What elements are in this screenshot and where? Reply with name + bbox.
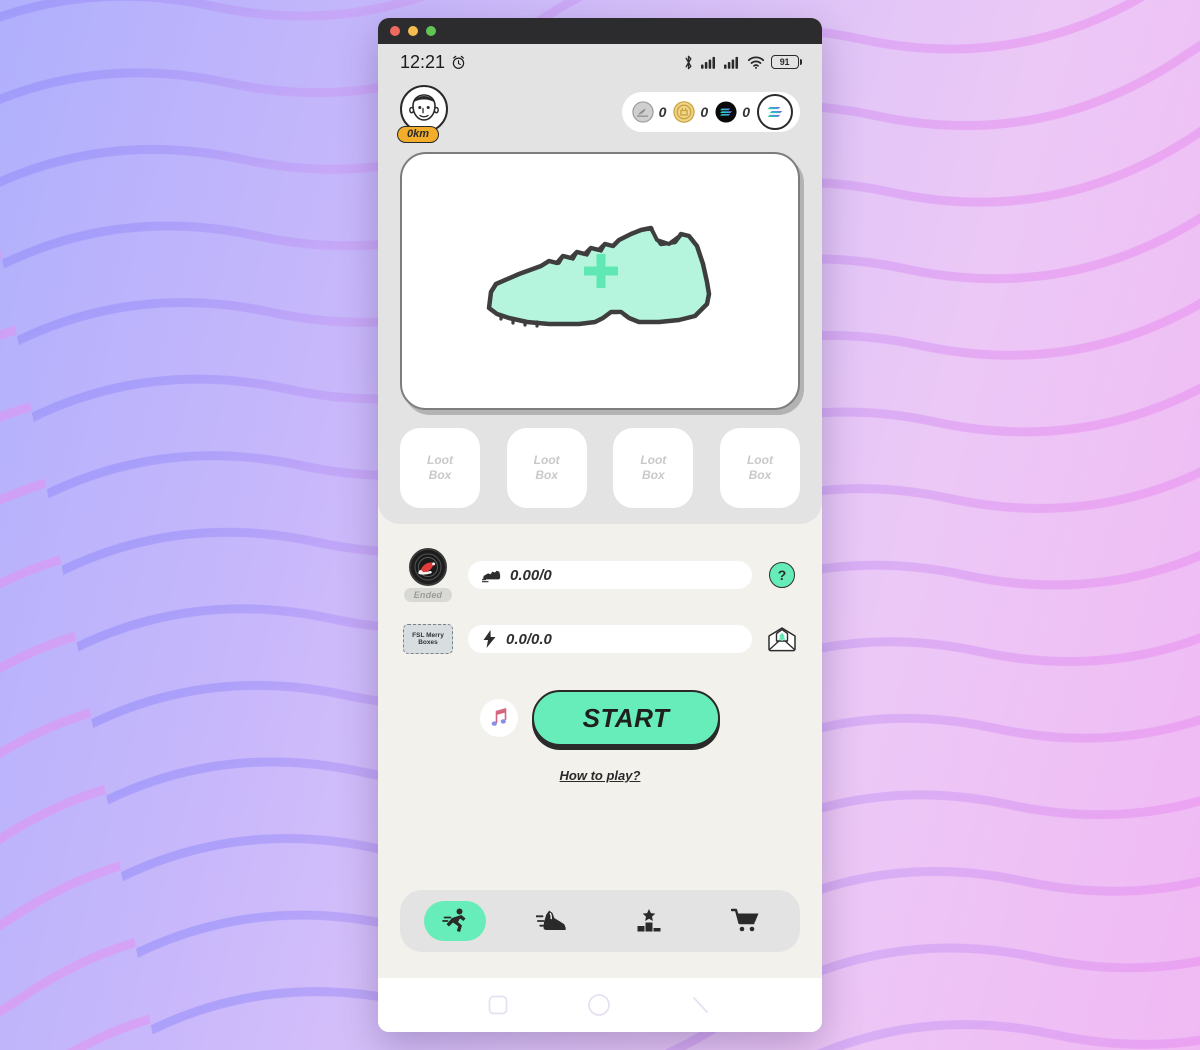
distance-progress-bar[interactable]: 0.00/0 [468, 561, 752, 589]
lootbox-label-line1: Loot [427, 453, 453, 467]
close-button[interactable] [390, 26, 400, 36]
start-section: START How to play? [378, 654, 822, 783]
signal-bars-icon [723, 56, 738, 69]
battery-level: 91 [770, 55, 799, 69]
app-top-bar: 0km 0 0 0 [378, 80, 822, 144]
music-toggle-button[interactable] [480, 699, 518, 737]
alarm-clock-icon [452, 55, 465, 69]
square-recents-icon[interactable] [488, 995, 508, 1015]
stat-row-distance: Ended 0.00/0 ? [400, 548, 800, 602]
token-solana-value: 0 [742, 104, 750, 120]
ticket-group[interactable]: FSL Merry Boxes [400, 624, 456, 654]
signal-bars-icon [700, 56, 715, 69]
bottom-nav-container [378, 890, 822, 978]
event-status-badge: Ended [403, 588, 453, 602]
medal-graphic [414, 553, 442, 581]
sneaker-icon [482, 570, 501, 582]
event-badge-group[interactable]: Ended [400, 548, 456, 602]
token-gst[interactable]: 0 [631, 101, 667, 123]
lootbox-label-line2: Box [535, 468, 558, 482]
start-row: START [400, 690, 800, 746]
equip-shoe-card[interactable] [400, 152, 800, 410]
distance-value: 0.00/0 [510, 566, 552, 584]
bluetooth-icon [685, 55, 691, 69]
energy-action [764, 626, 800, 652]
phone-screen: 12:21 91 0km 0 0 0 Loot Box Loot Box Loo… [378, 44, 822, 1032]
nav-market[interactable] [715, 901, 777, 941]
gmt-token-icon [673, 101, 696, 123]
lootbox-label-line1: Loot [640, 453, 667, 467]
equipment-panel: Loot Box Loot Box Loot Box Loot Box [378, 144, 822, 524]
lootbox-slot[interactable]: Loot Box [719, 428, 800, 508]
ticket-icon: FSL Merry Boxes [403, 624, 453, 654]
shopping-cart-icon [730, 908, 758, 932]
how-to-play-link[interactable]: How to play? [560, 768, 641, 783]
phone-status-bar: 12:21 91 [378, 44, 822, 80]
lootbox-label-line1: Loot [533, 453, 560, 467]
wallet-balances: 0 0 0 [621, 92, 800, 132]
status-time: 12:21 [400, 51, 446, 72]
maximize-button[interactable] [426, 26, 436, 36]
start-button-label: START [582, 702, 670, 733]
window-titlebar [378, 18, 822, 44]
lootbox-label-line1: Loot [746, 453, 773, 467]
lootbox-label-line2: Box [748, 468, 772, 482]
token-gmt[interactable]: 0 [673, 101, 708, 123]
nav-move[interactable] [423, 901, 486, 941]
lootbox-label-line2: Box [428, 468, 452, 482]
nav-shoes[interactable] [521, 901, 583, 941]
lootbox-slot[interactable]: Loot Box [400, 428, 480, 508]
chain-selector-button[interactable] [757, 94, 793, 130]
token-solana[interactable]: 0 [715, 101, 750, 123]
energy-progress-bar[interactable]: 0.0/0.0 [468, 625, 752, 653]
music-note-icon [491, 708, 507, 726]
token-gst-value: 0 [658, 104, 667, 120]
energy-value: 0.0/0.0 [506, 630, 552, 648]
help-label: ? [777, 567, 787, 583]
solana-chain-icon [767, 107, 783, 118]
status-right: 91 [682, 54, 802, 71]
wifi-icon [747, 56, 764, 69]
ticket-label: FSL Merry Boxes [412, 631, 444, 646]
app-window: 12:21 91 0km 0 0 0 Loot Box Loot Box Loo… [378, 18, 822, 1032]
desktop-background: 12:21 91 0km 0 0 0 Loot Box Loot Box Loo… [0, 0, 1200, 1050]
minimize-button[interactable] [408, 26, 418, 36]
status-left: 12:21 [400, 52, 467, 73]
podium-star-icon [637, 909, 660, 932]
stat-row-energy: FSL Merry Boxes 0.0/0.0 [400, 624, 800, 654]
android-navigation-bar [378, 978, 822, 1032]
santa-hat-medal-icon [409, 548, 447, 586]
lootbox-slot[interactable]: Loot Box [613, 428, 694, 508]
start-button[interactable]: START [532, 690, 720, 746]
circle-home-icon[interactable] [587, 993, 611, 1017]
lootbox-row: Loot Box Loot Box Loot Box Loot Box [378, 410, 822, 508]
avatar-face-icon [409, 94, 439, 121]
battery-tip [799, 59, 802, 65]
avatar[interactable]: 0km [397, 85, 452, 143]
chevron-back-icon[interactable] [690, 994, 712, 1016]
lootbox-slot[interactable]: Loot Box [506, 428, 587, 508]
bottom-navigation [400, 890, 800, 952]
gst-token-icon [631, 101, 654, 123]
lootbox-label-line2: Box [641, 468, 665, 482]
distance-action: ? [764, 562, 800, 588]
help-question-icon[interactable]: ? [769, 562, 795, 588]
sneaker-outline-icon [486, 225, 712, 328]
running-person-icon [441, 908, 465, 932]
distance-badge: 0km [397, 126, 440, 143]
energy-bolt-icon [483, 630, 496, 648]
battery-indicator: 91 [770, 55, 802, 69]
nav-rank[interactable] [618, 901, 680, 941]
solana-token-icon [715, 101, 737, 123]
stats-section: Ended 0.00/0 ? FSL Merry Boxes 0.0/0.0 [378, 524, 822, 654]
shoe-card-container [378, 152, 822, 410]
gift-envelope-icon[interactable] [767, 626, 797, 652]
token-gmt-value: 0 [700, 104, 709, 120]
sneaker-speed-icon [535, 910, 566, 930]
